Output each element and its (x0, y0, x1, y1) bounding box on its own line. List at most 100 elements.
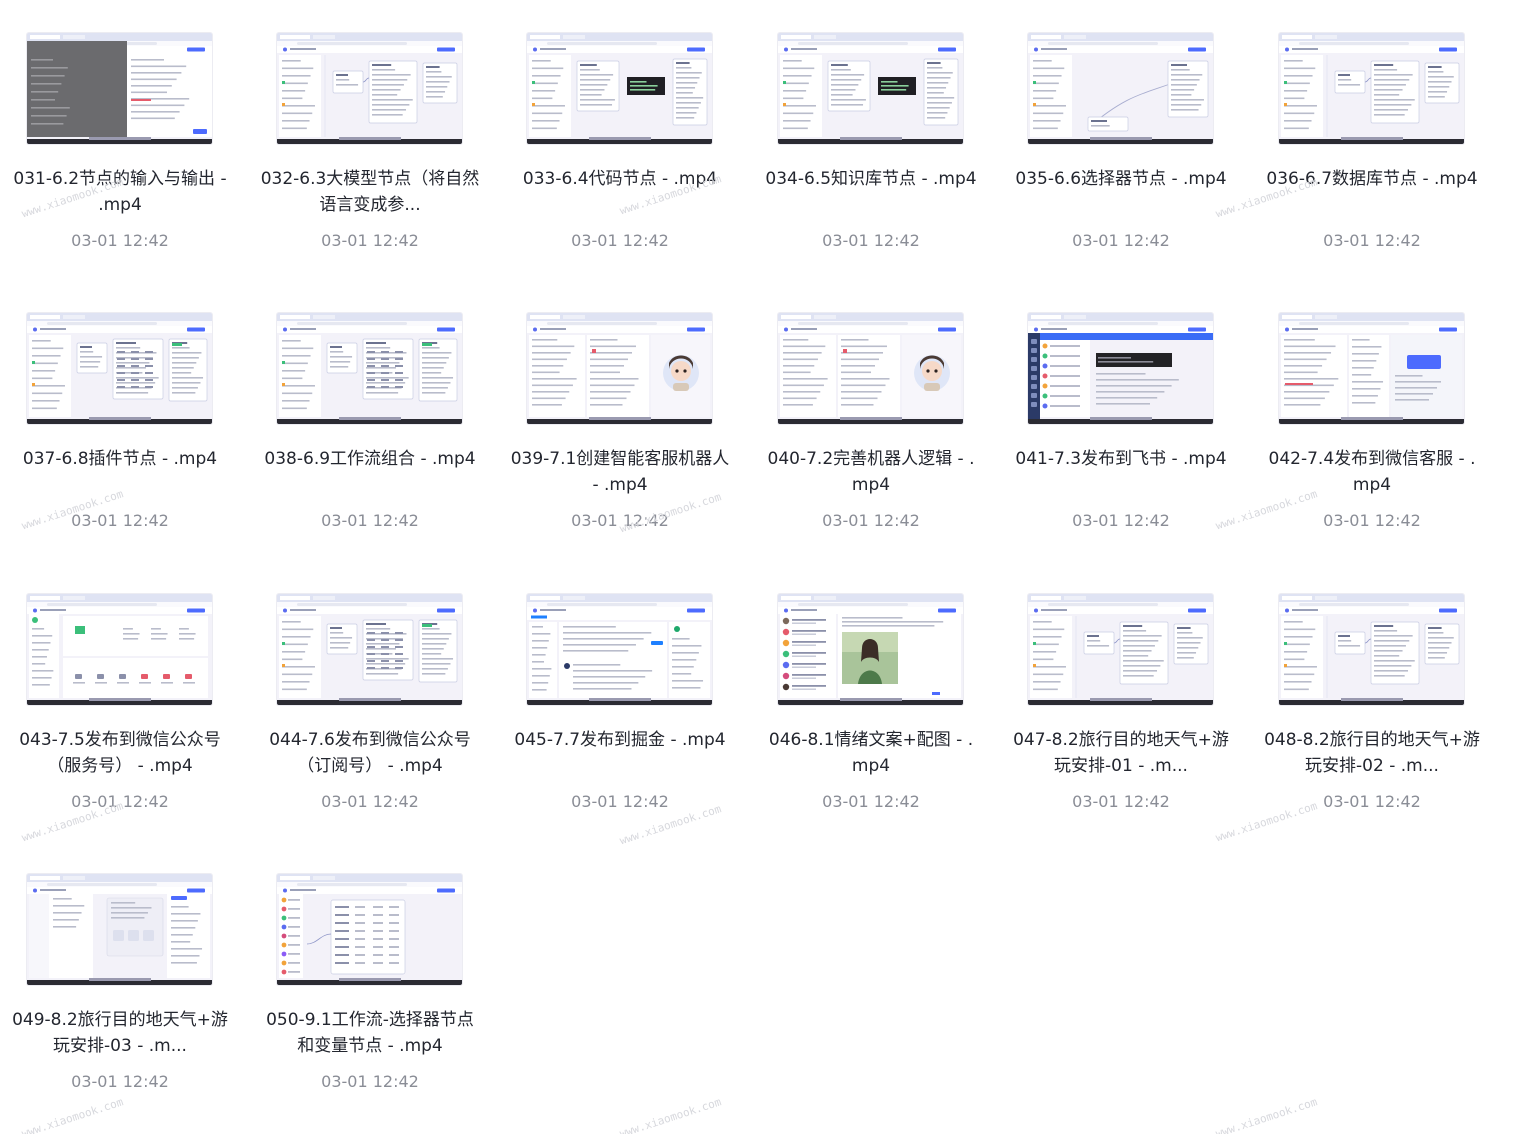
video-tile-036[interactable]: 036-6.7数据库节点 - .mp4 03-01 12:42 (1262, 33, 1482, 273)
video-thumbnail[interactable] (27, 874, 212, 985)
video-thumbnail[interactable] (1028, 33, 1213, 144)
file-date: 03-01 12:42 (1072, 231, 1170, 250)
file-date: 03-01 12:42 (571, 511, 669, 530)
file-name: 038-6.9工作流组合 - .mp4 (264, 449, 476, 469)
file-name: 033-6.4代码节点 - .mp4 (522, 169, 718, 189)
video-tile-045[interactable]: 045-7.7发布到掘金 - .mp4 03-01 12:42 (510, 594, 730, 834)
screenshot-preview (277, 33, 462, 144)
watermark: www.xiaomook.com (618, 1095, 723, 1134)
file-date: 03-01 12:42 (321, 231, 419, 250)
video-tile-037[interactable]: 037-6.8插件节点 - .mp4 03-01 12:42 (10, 313, 230, 553)
screenshot-preview (27, 313, 212, 424)
screenshot-preview (1028, 313, 1213, 424)
file-name: 049-8.2旅行目的地天气+游玩安排-03 - .m... (12, 1010, 228, 1056)
file-name: 047-8.2旅行目的地天气+游玩安排-01 - .m... (1013, 730, 1229, 776)
video-tile-049[interactable]: 049-8.2旅行目的地天气+游玩安排-03 - .m... 03-01 12:… (10, 874, 230, 1114)
file-name: 031-6.2节点的输入与输出 - .mp4 (13, 169, 227, 215)
file-date: 03-01 12:42 (822, 231, 920, 250)
video-thumbnail[interactable] (277, 313, 462, 424)
screenshot-preview (27, 33, 212, 144)
video-thumbnail[interactable] (1279, 33, 1464, 144)
video-thumbnail[interactable] (27, 33, 212, 144)
file-date: 03-01 12:42 (1323, 511, 1421, 530)
video-tile-039[interactable]: 039-7.1创建智能客服机器人 - .mp4 03-01 12:42 (510, 313, 730, 553)
video-tile-041[interactable]: 041-7.3发布到飞书 - .mp4 03-01 12:42 (1011, 313, 1231, 553)
file-date: 03-01 12:42 (321, 511, 419, 530)
video-thumbnail[interactable] (778, 33, 963, 144)
screenshot-preview (527, 594, 712, 705)
video-thumbnail[interactable] (277, 594, 462, 705)
screenshot-preview (1028, 594, 1213, 705)
file-name: 045-7.7发布到掘金 - .mp4 (514, 730, 726, 750)
file-date: 03-01 12:42 (1072, 511, 1170, 530)
screenshot-preview (277, 313, 462, 424)
screenshot-preview (527, 313, 712, 424)
file-date: 03-01 12:42 (71, 792, 169, 811)
video-thumbnail[interactable] (1279, 313, 1464, 424)
screenshot-preview (277, 874, 462, 985)
file-name: 048-8.2旅行目的地天气+游玩安排-02 - .m... (1264, 730, 1480, 776)
file-name: 032-6.3大模型节点（将自然语言变成参... (260, 169, 480, 215)
file-name: 044-7.6发布到微信公众号（订阅号） - .mp4 (269, 730, 471, 776)
video-thumbnail[interactable] (778, 313, 963, 424)
file-name: 041-7.3发布到飞书 - .mp4 (1015, 449, 1227, 469)
screenshot-preview (27, 594, 212, 705)
file-date: 03-01 12:42 (71, 1072, 169, 1091)
file-date: 03-01 12:42 (321, 1072, 419, 1091)
video-thumbnail[interactable] (527, 313, 712, 424)
screenshot-preview (778, 594, 963, 705)
video-tile-044[interactable]: 044-7.6发布到微信公众号（订阅号） - .mp4 03-01 12:42 (260, 594, 480, 834)
file-name: 034-6.5知识库节点 - .mp4 (765, 169, 977, 189)
screenshot-preview (778, 33, 963, 144)
file-name: 035-6.6选择器节点 - .mp4 (1015, 169, 1227, 189)
video-tile-033[interactable]: 033-6.4代码节点 - .mp4 03-01 12:42 (510, 33, 730, 273)
file-name: 042-7.4发布到微信客服 - .mp4 (1268, 449, 1476, 495)
video-thumbnail[interactable] (1279, 594, 1464, 705)
video-tile-034[interactable]: 034-6.5知识库节点 - .mp4 03-01 12:42 (761, 33, 981, 273)
file-date: 03-01 12:42 (822, 511, 920, 530)
video-thumbnail[interactable] (527, 594, 712, 705)
file-name: 043-7.5发布到微信公众号（服务号） - .mp4 (19, 730, 221, 776)
video-tile-032[interactable]: 032-6.3大模型节点（将自然语言变成参... 03-01 12:42 (260, 33, 480, 273)
file-date: 03-01 12:42 (571, 231, 669, 250)
video-thumbnail[interactable] (277, 33, 462, 144)
screenshot-preview (778, 313, 963, 424)
video-tile-050[interactable]: 050-9.1工作流-选择器节点和变量节点 - .mp4 03-01 12:42 (260, 874, 480, 1114)
file-grid: 031-6.2节点的输入与输出 - .mp4 03-01 12:42 032-6… (0, 0, 1517, 1134)
file-date: 03-01 12:42 (71, 511, 169, 530)
video-tile-038[interactable]: 038-6.9工作流组合 - .mp4 03-01 12:42 (260, 313, 480, 553)
file-name: 037-6.8插件节点 - .mp4 (22, 449, 218, 469)
file-date: 03-01 12:42 (571, 792, 669, 811)
file-date: 03-01 12:42 (321, 792, 419, 811)
video-tile-031[interactable]: 031-6.2节点的输入与输出 - .mp4 03-01 12:42 (10, 33, 230, 273)
file-name: 036-6.7数据库节点 - .mp4 (1266, 169, 1478, 189)
video-thumbnail[interactable] (527, 33, 712, 144)
screenshot-preview (1279, 594, 1464, 705)
video-thumbnail[interactable] (1028, 594, 1213, 705)
video-tile-048[interactable]: 048-8.2旅行目的地天气+游玩安排-02 - .m... 03-01 12:… (1262, 594, 1482, 834)
file-name: 046-8.1情绪文案+配图 - .mp4 (768, 730, 974, 776)
video-thumbnail[interactable] (277, 874, 462, 985)
video-tile-042[interactable]: 042-7.4发布到微信客服 - .mp4 03-01 12:42 (1262, 313, 1482, 553)
screenshot-preview (527, 33, 712, 144)
file-date: 03-01 12:42 (822, 792, 920, 811)
video-tile-047[interactable]: 047-8.2旅行目的地天气+游玩安排-01 - .m... 03-01 12:… (1011, 594, 1231, 834)
video-tile-040[interactable]: 040-7.2完善机器人逻辑 - .mp4 03-01 12:42 (761, 313, 981, 553)
file-name: 040-7.2完善机器人逻辑 - .mp4 (767, 449, 975, 495)
screenshot-preview (1279, 33, 1464, 144)
video-thumbnail[interactable] (778, 594, 963, 705)
file-date: 03-01 12:42 (71, 231, 169, 250)
file-date: 03-01 12:42 (1072, 792, 1170, 811)
file-name: 039-7.1创建智能客服机器人 - .mp4 (510, 449, 730, 495)
screenshot-preview (277, 594, 462, 705)
file-date: 03-01 12:42 (1323, 792, 1421, 811)
screenshot-preview (1279, 313, 1464, 424)
file-name: 050-9.1工作流-选择器节点和变量节点 - .mp4 (266, 1010, 474, 1056)
video-tile-035[interactable]: 035-6.6选择器节点 - .mp4 03-01 12:42 (1011, 33, 1231, 273)
screenshot-preview (1028, 33, 1213, 144)
video-thumbnail[interactable] (1028, 313, 1213, 424)
video-thumbnail[interactable] (27, 594, 212, 705)
video-tile-046[interactable]: 046-8.1情绪文案+配图 - .mp4 03-01 12:42 (761, 594, 981, 834)
video-thumbnail[interactable] (27, 313, 212, 424)
video-tile-043[interactable]: 043-7.5发布到微信公众号（服务号） - .mp4 03-01 12:42 (10, 594, 230, 834)
